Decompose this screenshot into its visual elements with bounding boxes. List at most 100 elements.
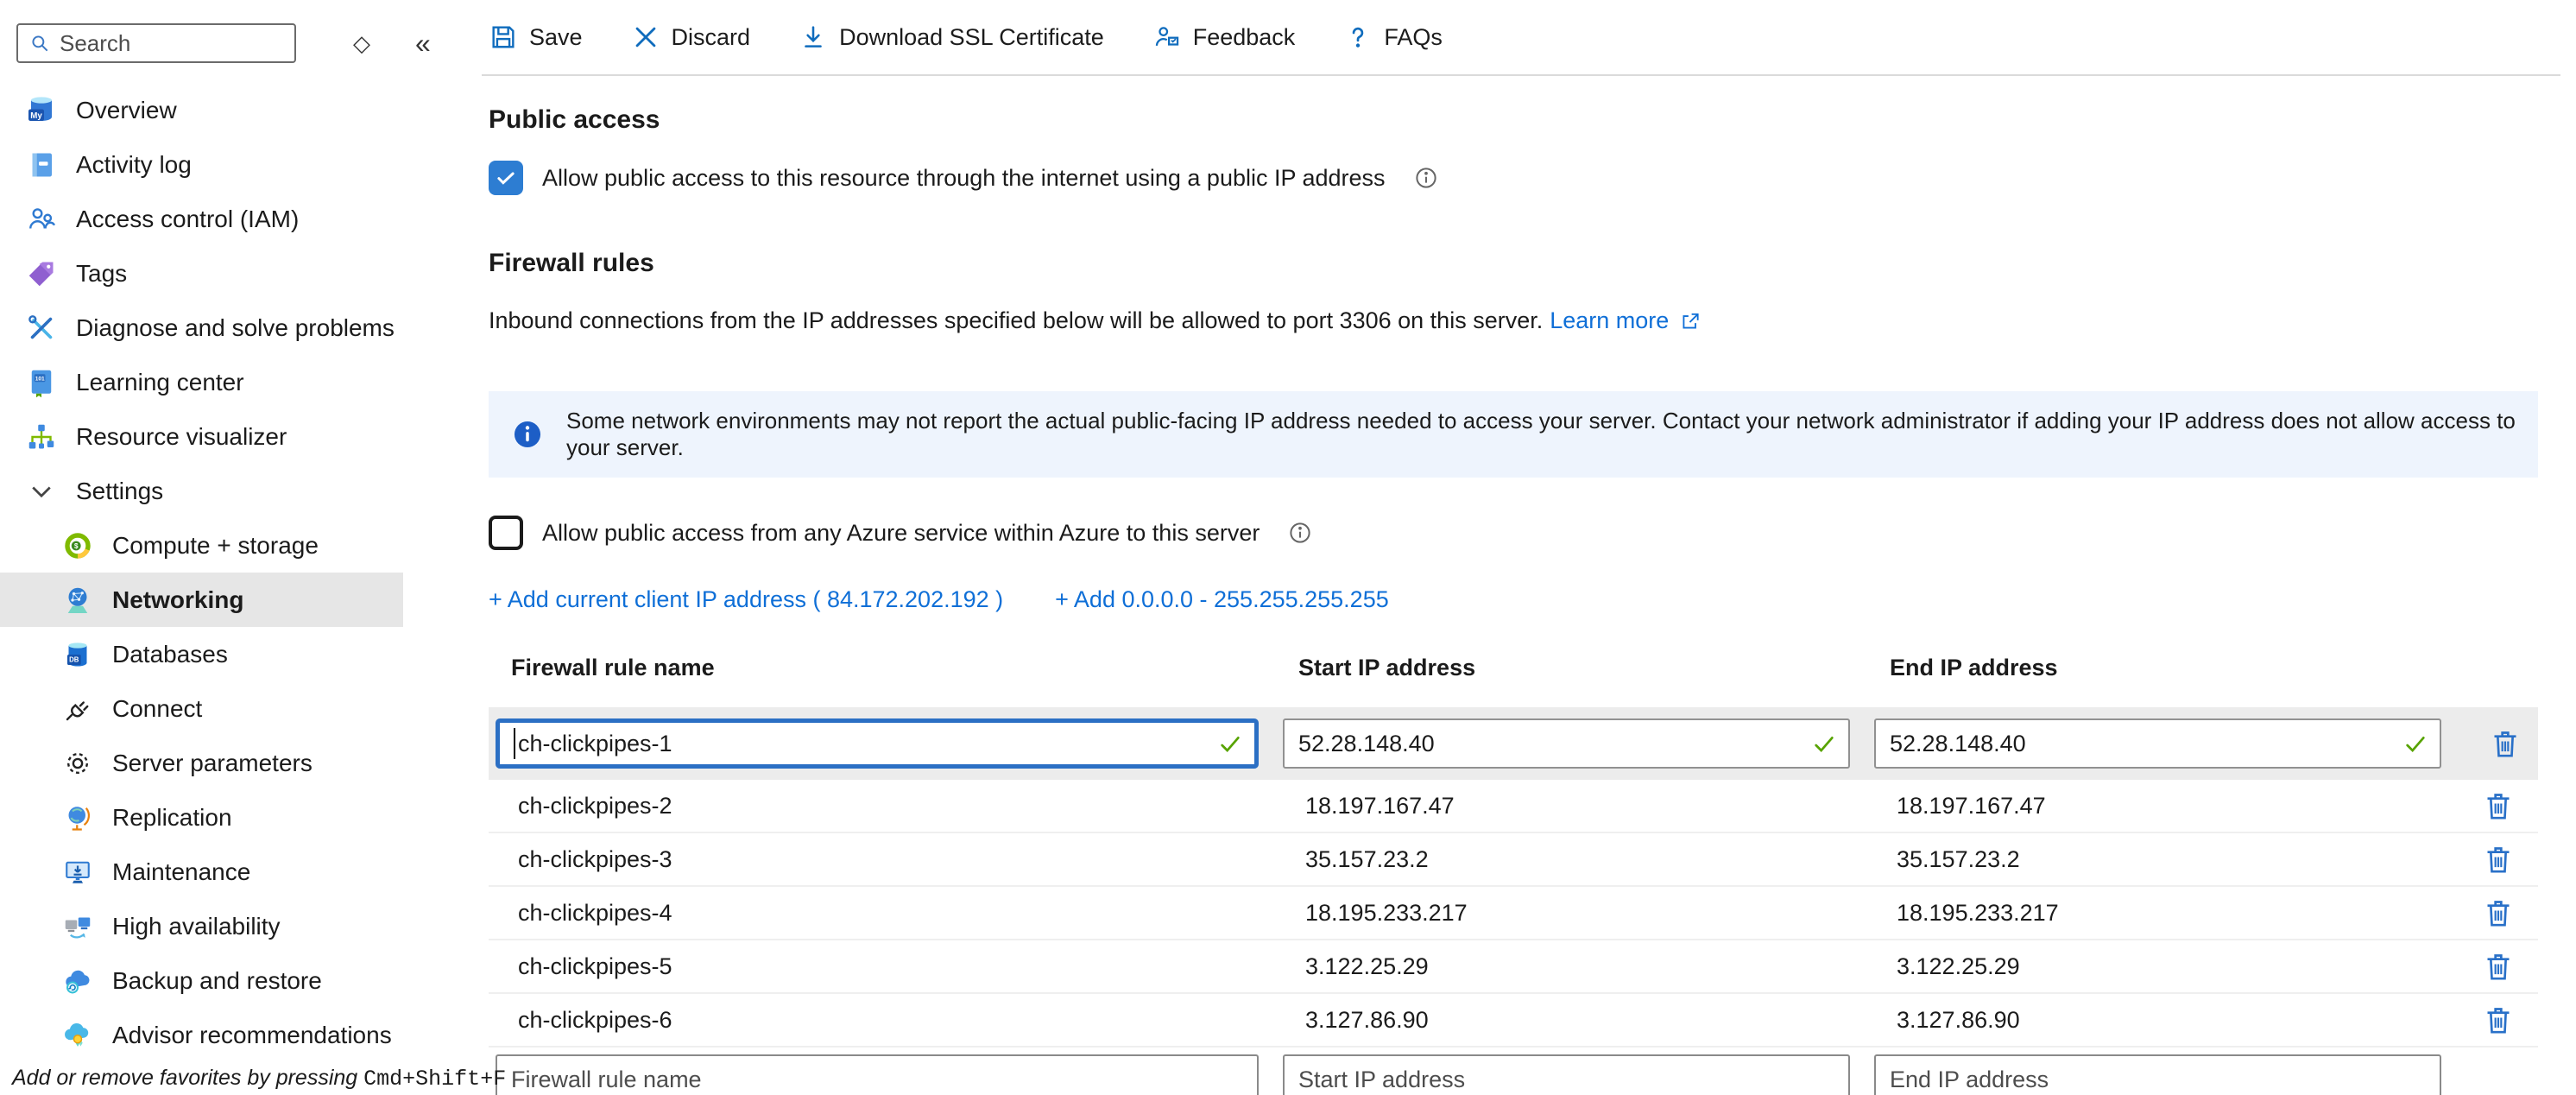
sidebar-item-server-parameters[interactable]: Server parameters xyxy=(0,736,482,790)
trash-icon xyxy=(2481,896,2516,930)
gear-icon xyxy=(62,748,93,779)
sidebar-item-activity-log[interactable]: Activity log xyxy=(0,137,482,192)
search-input[interactable]: Search xyxy=(16,23,296,63)
new-rule-name-input[interactable] xyxy=(496,1054,1259,1095)
save-button[interactable]: Save xyxy=(489,22,583,52)
sidebar-item-label: Learning center xyxy=(76,369,244,396)
tag-icon xyxy=(26,258,57,289)
trash-icon xyxy=(2481,949,2516,984)
download-ssl-certificate-button[interactable]: Download SSL Certificate xyxy=(799,22,1104,52)
sidebar-item-resource-visualizer[interactable]: Resource visualizer xyxy=(0,409,482,464)
valid-check-icon xyxy=(1216,730,1244,757)
delete-rule-button[interactable] xyxy=(2481,896,2516,930)
sidebar-item-label: Server parameters xyxy=(112,750,313,777)
table-row: ch-clickpipes-5 3.122.25.29 3.122.25.29 xyxy=(489,940,2538,994)
info-icon[interactable] xyxy=(1287,520,1313,546)
feedback-button[interactable]: Feedback xyxy=(1152,22,1296,52)
globe-stand-icon xyxy=(62,802,93,833)
start-ip-input[interactable]: 52.28.148.40 xyxy=(1283,718,1850,769)
sidebar-item-advisor-recommendations[interactable]: Advisor recommendations xyxy=(0,1008,482,1062)
table-row-editing: ch-clickpipes-1 52.28.148.40 52.28.148.4… xyxy=(489,707,2538,780)
sidebar-item-tags[interactable]: Tags xyxy=(0,246,482,301)
firewall-rules-table: Firewall rule name Start IP address End … xyxy=(489,655,2538,1095)
monitor-download-icon xyxy=(62,857,93,888)
sidebar-item-learning-center[interactable]: 101 Learning center xyxy=(0,355,482,409)
download-icon xyxy=(799,22,828,52)
table-row: ch-clickpipes-2 18.197.167.47 18.197.167… xyxy=(489,780,2538,833)
sidebar-item-high-availability[interactable]: High availability xyxy=(0,899,482,953)
trash-icon xyxy=(2481,842,2516,877)
favorites-hint: Add or remove favorites by pressing Cmd+… xyxy=(12,1066,506,1092)
delete-rule-button[interactable] xyxy=(2488,726,2522,761)
add-client-ip-link[interactable]: + Add current client IP address ( 84.172… xyxy=(489,586,1003,613)
activity-log-icon xyxy=(26,149,57,180)
diamond-icon[interactable]: ◇ xyxy=(353,32,370,54)
azure-access-checkbox[interactable] xyxy=(489,516,523,550)
sidebar-item-databases[interactable]: DB Databases xyxy=(0,627,482,681)
add-all-ips-link[interactable]: + Add 0.0.0.0 - 255.255.255.255 xyxy=(1055,586,1389,613)
sidebar-item-compute-storage[interactable]: $ Compute + storage xyxy=(0,518,482,573)
sidebar-item-networking[interactable]: Networking xyxy=(0,573,403,627)
plug-icon xyxy=(62,693,93,725)
end-ip-input[interactable]: 52.28.148.40 xyxy=(1874,718,2441,769)
add-ip-links: + Add current client IP address ( 84.172… xyxy=(489,586,2538,613)
question-icon xyxy=(1343,22,1373,52)
sidebar-item-label: Replication xyxy=(112,804,232,832)
sidebar-item-access-control[interactable]: Access control (IAM) xyxy=(0,192,482,246)
sidebar-item-connect[interactable]: Connect xyxy=(0,681,482,736)
collapse-menu-icon[interactable]: « xyxy=(415,29,431,57)
resource-menu: Search ◇ « My Overview Activity log Acce… xyxy=(0,0,482,1095)
sidebar-item-overview[interactable]: My Overview xyxy=(0,83,482,137)
cloud-restore-icon xyxy=(62,965,93,997)
tools-icon xyxy=(26,313,57,344)
chevron-down-icon xyxy=(26,476,57,507)
delete-rule-button[interactable] xyxy=(2481,788,2516,823)
people-icon xyxy=(26,204,57,235)
search-placeholder: Search xyxy=(60,30,130,57)
table-header-row: Firewall rule name Start IP address End … xyxy=(489,655,2538,707)
sidebar-item-backup-restore[interactable]: Backup and restore xyxy=(0,953,482,1008)
info-icon[interactable] xyxy=(1413,165,1439,191)
advisor-cloud-icon xyxy=(62,1020,93,1051)
table-row: ch-clickpipes-3 35.157.23.2 35.157.23.2 xyxy=(489,833,2538,887)
faqs-button[interactable]: FAQs xyxy=(1343,22,1443,52)
networking-pane: Save Discard Download SSL Certificate Fe… xyxy=(482,0,2576,1095)
public-access-checkbox-label: Allow public access to this resource thr… xyxy=(542,165,1386,192)
new-start-ip-input[interactable] xyxy=(1283,1054,1850,1095)
discard-button[interactable]: Discard xyxy=(631,22,751,52)
sidebar-item-label: Connect xyxy=(112,695,202,723)
azure-access-checkbox-row: Allow public access from any Azure servi… xyxy=(489,516,2538,550)
key-f: F xyxy=(493,1067,506,1092)
sidebar-item-label: Databases xyxy=(112,641,228,668)
networking-globe-icon xyxy=(62,585,93,616)
sidebar-item-label: Access control (IAM) xyxy=(76,206,299,233)
sidebar-item-label: Overview xyxy=(76,97,177,124)
key-shift: Shift xyxy=(415,1067,480,1092)
sidebar-item-label: Maintenance xyxy=(112,858,250,886)
delete-rule-button[interactable] xyxy=(2481,1003,2516,1037)
learning-book-icon: 101 xyxy=(26,367,57,398)
trash-icon xyxy=(2481,1003,2516,1037)
compute-storage-icon: $ xyxy=(62,530,93,561)
sidebar-item-label: Settings xyxy=(76,478,163,505)
sidebar-item-label: Compute + storage xyxy=(112,532,319,560)
rule-name-input[interactable]: ch-clickpipes-1 xyxy=(496,718,1259,769)
public-access-checkbox[interactable] xyxy=(489,161,523,195)
sidebar-item-label: Networking xyxy=(112,586,243,614)
sidebar-item-label: Activity log xyxy=(76,151,192,179)
mysql-server-icon: My xyxy=(26,95,57,126)
new-end-ip-input[interactable] xyxy=(1874,1054,2441,1095)
delete-rule-button[interactable] xyxy=(2481,842,2516,877)
delete-rule-button[interactable] xyxy=(2481,949,2516,984)
sidebar-item-label: Diagnose and solve problems xyxy=(76,314,395,342)
sidebar-item-maintenance[interactable]: Maintenance xyxy=(0,845,482,899)
sidebar-item-diagnose[interactable]: Diagnose and solve problems xyxy=(0,301,482,355)
sidebar-item-replication[interactable]: Replication xyxy=(0,790,482,845)
sidebar-item-label: High availability xyxy=(112,913,281,940)
info-filled-icon xyxy=(511,418,544,451)
sidebar-item-settings[interactable]: Settings xyxy=(0,464,482,518)
table-row-new xyxy=(489,1054,2538,1095)
learn-more-link[interactable]: Learn more xyxy=(1550,307,1669,334)
sidebar-nav: My Overview Activity log Access control … xyxy=(0,83,482,1062)
save-icon xyxy=(489,22,518,52)
